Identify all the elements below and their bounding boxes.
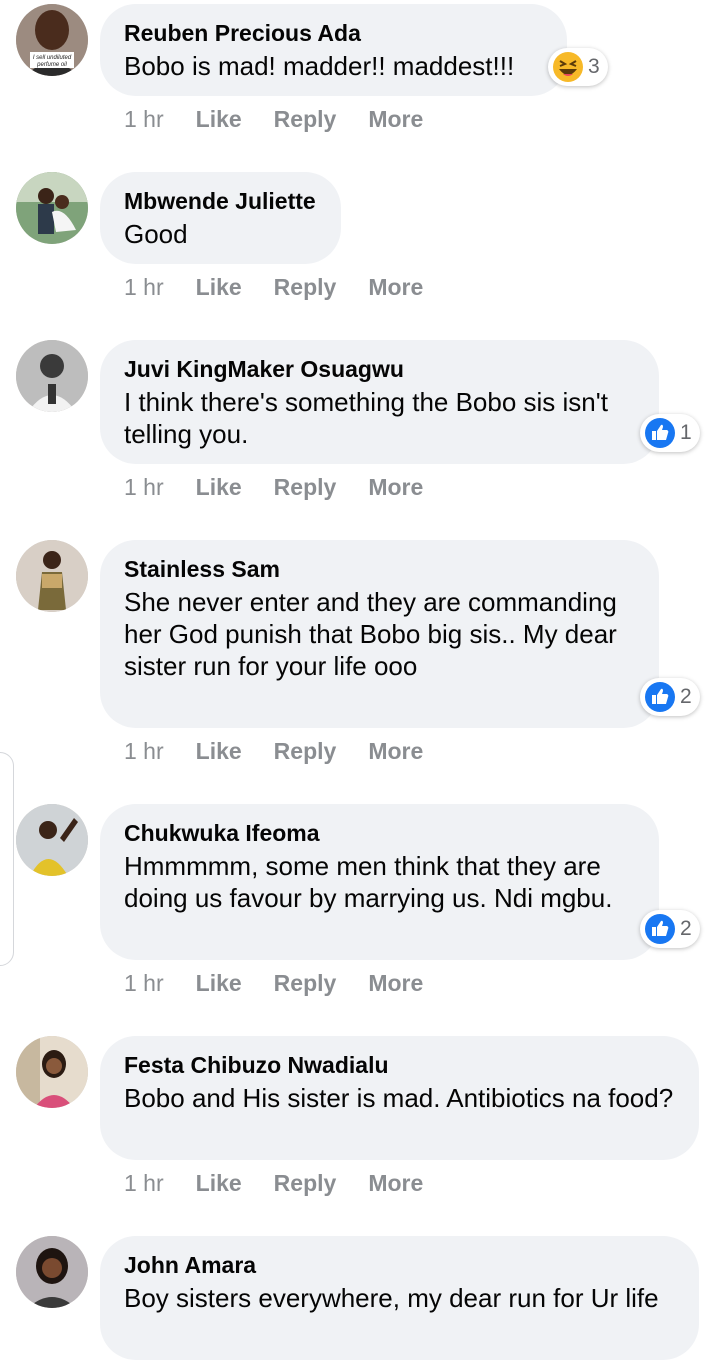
comment-bubble: Mbwende Juliette Good — [100, 172, 341, 264]
comment-bubble: Chukwuka Ifeoma Hmmmmm, some men think t… — [100, 804, 659, 960]
avatar[interactable] — [16, 1236, 88, 1308]
reaction-badge[interactable]: 2 — [640, 678, 700, 716]
avatar[interactable] — [16, 340, 88, 412]
comment-author[interactable]: Festa Chibuzo Nwadialu — [124, 1050, 675, 1080]
comment-time: 1 hr — [124, 273, 164, 300]
comment-time: 1 hr — [124, 969, 164, 996]
comment-actions: 1 hr Like Reply More — [124, 472, 455, 502]
comment-author[interactable]: Reuben Precious Ada — [124, 18, 543, 48]
comment-text: Hmmmmm, some men think that they are doi… — [124, 851, 613, 913]
more-button[interactable]: More — [368, 738, 423, 765]
like-button[interactable]: Like — [196, 274, 242, 301]
avatar-image — [16, 540, 88, 612]
avatar[interactable] — [16, 1036, 88, 1108]
like-reaction-icon — [645, 914, 675, 944]
avatar-image — [16, 804, 88, 876]
more-button[interactable]: More — [368, 970, 423, 997]
side-panel-edge — [0, 752, 14, 966]
avatar-image: I sell undiluted perfume oil — [16, 4, 88, 76]
comment-time: 1 hr — [124, 737, 164, 764]
reply-button[interactable]: Reply — [274, 274, 337, 301]
comment-text: She never enter and they are commanding … — [124, 587, 617, 681]
comment-text: I think there's something the Bobo sis i… — [124, 387, 608, 449]
reaction-count: 1 — [680, 421, 692, 444]
reaction-count: 3 — [588, 55, 600, 78]
reaction-count: 2 — [680, 917, 692, 940]
comment-text: Bobo and His sister is mad. Antibiotics … — [124, 1083, 674, 1113]
reaction-badge[interactable]: 2 — [640, 910, 700, 948]
comment-bubble: Festa Chibuzo Nwadialu Bobo and His sist… — [100, 1036, 699, 1160]
like-button[interactable]: Like — [196, 106, 242, 133]
comment-actions: 1 hr Like Reply More — [124, 1168, 455, 1198]
like-reaction-icon — [645, 682, 675, 712]
like-reaction-icon — [645, 418, 675, 448]
comment-author[interactable]: John Amara — [124, 1250, 675, 1280]
more-button[interactable]: More — [368, 1170, 423, 1197]
comment-actions: 1 hr Like Reply More — [124, 736, 455, 766]
like-button[interactable]: Like — [196, 1170, 242, 1197]
avatar[interactable]: I sell undiluted perfume oil — [16, 4, 88, 76]
comment-bubble: Juvi KingMaker Osuagwu I think there's s… — [100, 340, 659, 464]
reply-button[interactable]: Reply — [274, 474, 337, 501]
more-button[interactable]: More — [368, 106, 423, 133]
avatar[interactable] — [16, 172, 88, 244]
reply-button[interactable]: Reply — [274, 738, 337, 765]
like-button[interactable]: Like — [196, 738, 242, 765]
avatar[interactable] — [16, 804, 88, 876]
avatar-caption: I sell undiluted — [33, 55, 72, 61]
reply-button[interactable]: Reply — [274, 970, 337, 997]
comment-time: 1 hr — [124, 105, 164, 132]
avatar-image — [16, 1036, 88, 1108]
comment-author[interactable]: Chukwuka Ifeoma — [124, 818, 635, 848]
avatar-image — [16, 1236, 88, 1308]
reaction-badge[interactable]: 1 — [640, 414, 700, 452]
comment-author[interactable]: Mbwende Juliette — [124, 186, 317, 216]
comment-actions: 1 hr Like Reply More — [124, 968, 455, 998]
reply-button[interactable]: Reply — [274, 1170, 337, 1197]
comment-actions: 1 hr Like Reply More — [124, 272, 455, 302]
like-button[interactable]: Like — [196, 474, 242, 501]
comment-text: Bobo is mad! madder!! maddest!!! — [124, 51, 515, 81]
avatar-image — [16, 340, 88, 412]
reaction-badge[interactable]: 3 — [548, 48, 608, 86]
comment-author[interactable]: Juvi KingMaker Osuagwu — [124, 354, 635, 384]
more-button[interactable]: More — [368, 274, 423, 301]
comment-author[interactable]: Stainless Sam — [124, 554, 635, 584]
comment-text: Boy sisters everywhere, my dear run for … — [124, 1283, 659, 1313]
laugh-reaction-icon — [553, 52, 583, 82]
avatar-image — [16, 172, 88, 244]
like-button[interactable]: Like — [196, 970, 242, 997]
comment-time: 1 hr — [124, 1169, 164, 1196]
more-button[interactable]: More — [368, 474, 423, 501]
reply-button[interactable]: Reply — [274, 106, 337, 133]
comment-bubble: Reuben Precious Ada Bobo is mad! madder!… — [100, 4, 567, 96]
reaction-count: 2 — [680, 685, 692, 708]
avatar[interactable] — [16, 540, 88, 612]
comment-text: Good — [124, 219, 188, 249]
comment-bubble: John Amara Boy sisters everywhere, my de… — [100, 1236, 699, 1360]
svg-text:perfume oil: perfume oil — [36, 62, 67, 68]
comment-actions: 1 hr Like Reply More — [124, 104, 455, 134]
comment-bubble: Stainless Sam She never enter and they a… — [100, 540, 659, 728]
comment-time: 1 hr — [124, 473, 164, 500]
